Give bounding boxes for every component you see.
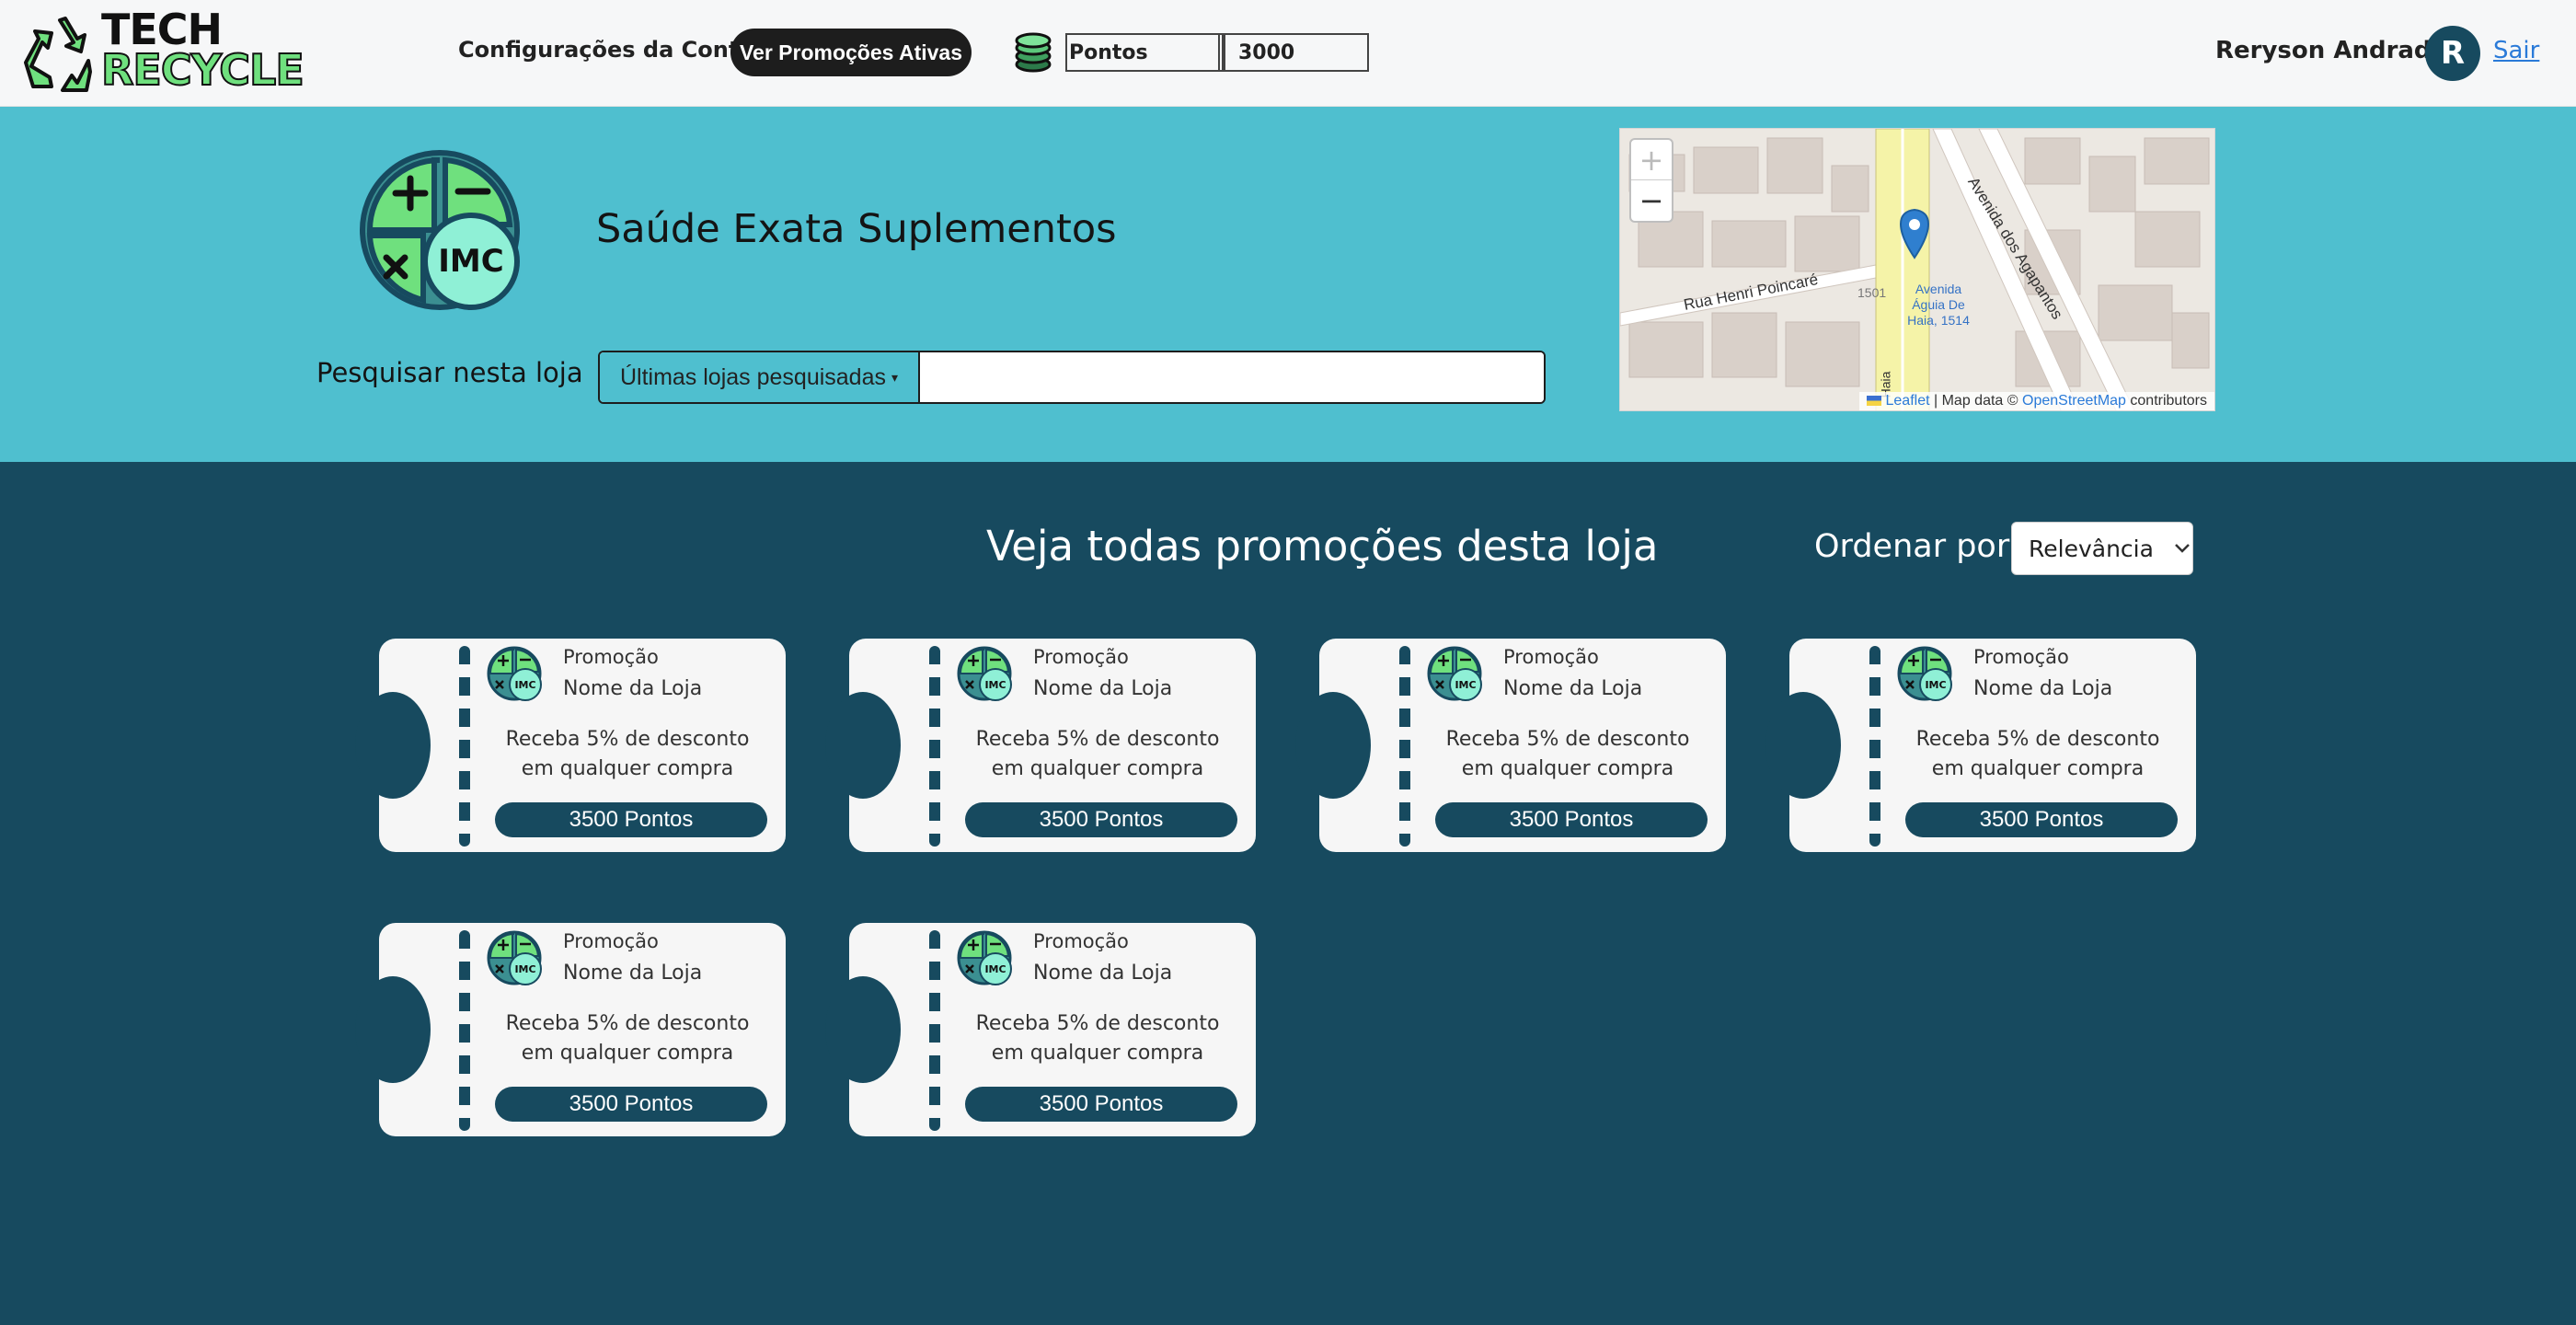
coin-stack-icon [1015,32,1052,73]
attribution-contributors: contributors [2130,393,2207,409]
store-search-group: Últimas lojas pesquisadas ▾ [598,351,1546,404]
promotion-card[interactable]: IMC Promoção Nome da Loja Receba 5% de desc… [355,639,786,852]
top-navbar: TECH RECYCLE Configurações da Conta Ver … [0,0,2576,107]
logo-line-1: TECH [101,5,223,54]
svg-text:IMC: IMC [1455,679,1476,691]
zoom-out-button[interactable]: − [1631,180,1672,221]
recent-stores-dropdown[interactable]: Últimas lojas pesquisadas ▾ [600,352,920,402]
ticket-notch [825,976,901,1083]
map-tiles [1620,129,2214,410]
promotion-card[interactable]: IMC Promoção Nome da Loja Receba 5% de desc… [1765,639,2196,852]
points-value: 3000 [1224,33,1369,72]
svg-text:IMC: IMC [984,679,1006,691]
ticket-notch [355,976,431,1083]
store-location-map[interactable]: + − Rua Henri Poincaré Avenida dos Agapa… [1619,128,2215,411]
promotion-points-button[interactable]: 3500 Pontos [495,1087,767,1122]
promotion-description: Receba 5% de desconto em qualquer compra [505,728,750,780]
recycle-icon [24,17,92,92]
ticket-notch [1765,692,1841,799]
points-label: Pontos [1069,40,1148,64]
logo-line-2: RECYCLE [100,45,305,95]
promotion-store-name: Nome da Loja [1033,677,1173,700]
sort-label: Ordenar por: [1814,528,2020,565]
promotion-store-name: Nome da Loja [563,677,703,700]
calculator-icon: IMC [487,646,542,701]
svg-text:IMC: IMC [1925,679,1946,691]
ticket-notch [355,692,431,799]
promotion-description: Receba 5% de desconto em qualquer compra [975,1012,1220,1065]
ticket-perforation [1869,646,1880,847]
promotion-description: Receba 5% de desconto em qualquer compra [505,1012,750,1065]
calculator-icon: IMC [360,150,520,310]
map-attribution: Leaflet | Map data © OpenStreetMap contr… [1859,392,2214,410]
promotion-card[interactable]: IMC Promoção Nome da Loja Receba 5% de desc… [825,639,1256,852]
ticket-perforation [929,646,940,847]
map-zoom-controls: + − [1629,138,1673,223]
ticket-notch [825,692,901,799]
logout-link[interactable]: Sair [2493,37,2539,64]
zoom-in-button[interactable]: + [1631,140,1672,180]
map-number-label: 1501 [1857,285,1887,300]
promotion-store-name: Nome da Loja [1973,677,2113,700]
promotion-points-button[interactable]: 3500 Pontos [495,802,767,837]
promotion-points-button[interactable]: 3500 Pontos [1905,802,2178,837]
caret-down-icon: ▾ [891,369,899,385]
promotion-card[interactable]: IMC Promoção Nome da Loja Receba 5% de desc… [825,923,1256,1136]
ticket-perforation [459,930,470,1131]
promotion-description: Receba 5% de desconto em qualquer compra [1915,728,2160,780]
svg-text:IMC: IMC [984,963,1006,975]
promotion-card[interactable]: IMC Promoção Nome da Loja Receba 5% de desc… [1295,639,1726,852]
chevron-down-icon [2175,544,2190,553]
sort-select[interactable]: Relevância [2011,522,2193,575]
calculator-icon: IMC [957,646,1012,701]
promotion-points-button[interactable]: 3500 Pontos [1435,802,1708,837]
calculator-icon: IMC [1427,646,1482,701]
map-poi-label: Avenida Águia De Haia, 1514 [1907,282,1970,328]
flag-icon [1867,396,1882,407]
attribution-text: | Map data © [1934,393,2018,409]
promotion-store-name: Nome da Loja [1503,677,1643,700]
promotion-type: Promoção [1503,646,1599,668]
ticket-perforation [459,646,470,847]
tech-recycle-logo[interactable]: TECH RECYCLE [24,5,309,98]
promotion-type: Promoção [563,646,659,668]
svg-text:IMC: IMC [514,963,535,975]
avatar[interactable]: R [2425,26,2480,81]
ticket-perforation [1399,646,1410,847]
promotion-points-button[interactable]: 3500 Pontos [965,1087,1237,1122]
account-settings-link[interactable]: Configurações da Conta [458,37,754,63]
svg-text:IMC: IMC [514,679,535,691]
promotion-type: Promoção [1973,646,2069,668]
active-promotions-button[interactable]: Ver Promoções Ativas [730,29,972,76]
promotion-type: Promoção [1033,930,1129,952]
points-label-box: Pontos [1065,33,1218,72]
promotion-store-name: Nome da Loja [1033,962,1173,985]
points-display: Pontos 3000 [1012,31,1369,74]
openstreetmap-link[interactable]: OpenStreetMap [2022,393,2126,409]
calculator-icon: IMC [957,930,1012,985]
promotion-points-button[interactable]: 3500 Pontos [965,802,1237,837]
ticket-notch [1295,692,1371,799]
promotion-description: Receba 5% de desconto em qualquer compra [1445,728,1690,780]
store-search-input[interactable] [920,352,1544,402]
calculator-icon: IMC [487,930,542,985]
store-search-label: Pesquisar nesta loja [316,357,583,388]
promotion-type: Promoção [563,930,659,952]
promotion-description: Receba 5% de desconto em qualquer compra [975,728,1220,780]
promotions-title: Veja todas promoções desta loja [986,522,1659,570]
promotion-type: Promoção [1033,646,1129,668]
recent-stores-label: Últimas lojas pesquisadas [619,363,886,390]
user-name: Reryson Andrade [2215,37,2448,64]
store-logo-text: IMC [438,243,503,280]
logo-wordmark: TECH RECYCLE [100,5,305,95]
store-name: Saúde Exata Suplementos [596,206,1117,252]
promotion-store-name: Nome da Loja [563,962,703,985]
calculator-icon: IMC [1897,646,1952,701]
leaflet-link[interactable]: Leaflet [1886,393,1930,409]
ticket-perforation [929,930,940,1131]
promotion-card[interactable]: IMC Promoção Nome da Loja Receba 5% de desc… [355,923,786,1136]
sort-value: Relevância [2029,535,2154,562]
